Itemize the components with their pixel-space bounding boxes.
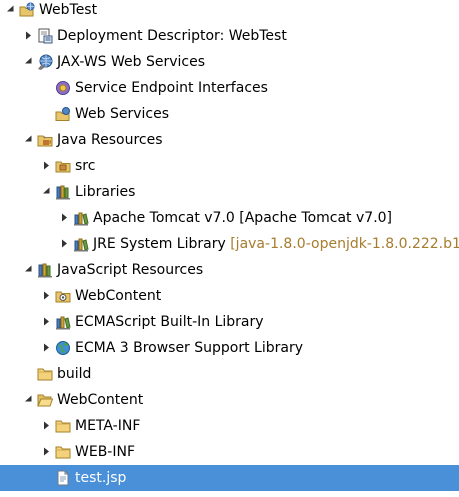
libraries-icon [37,262,53,278]
tree-item[interactable]: Deployment Descriptor: WebTest [0,23,459,49]
tree-item-label: Apache Tomcat v7.0 [Apache Tomcat v7.0] [93,205,392,231]
tree-item-label: JavaScript Resources [57,257,203,283]
jaxws-icon [37,54,53,70]
tree-item[interactable]: META-INF [0,413,459,439]
tree-item-text: WebContent [75,288,162,304]
web-project-icon [19,2,35,18]
expanded-arrow-icon[interactable] [4,0,16,23]
tree-item[interactable]: ECMA 3 Browser Support Library [0,335,459,361]
tree-item[interactable]: test.jsp [0,465,459,491]
collapsed-arrow-icon[interactable] [40,283,52,309]
collapsed-arrow-icon[interactable] [40,309,52,335]
tree-item-text: WebTest [39,2,98,18]
tree-item-text: WEB-INF [75,444,135,460]
library-icon [55,314,71,330]
tree-item-label: test.jsp [75,465,126,491]
collapsed-arrow-icon[interactable] [22,23,34,49]
tree-item-label: Service Endpoint Interfaces [75,75,268,101]
folder-icon [55,444,71,460]
tree-item-text: JAX-WS Web Services [57,54,206,70]
tree-item-label: JRE System Library [java-1.8.0-openjdk-1… [93,231,459,257]
tree-item[interactable]: ECMAScript Built-In Library [0,309,459,335]
tree-item-text: test.jsp [75,470,127,486]
tree-item-label: ECMA 3 Browser Support Library [75,335,303,361]
tree-item-label: JAX-WS Web Services [57,49,205,75]
tree-item-text: JRE System Library [93,236,226,252]
expanded-arrow-icon[interactable] [22,387,34,413]
tree-item-text: ECMA 3 Browser Support Library [75,340,304,356]
tree-item-text: Web Services [75,106,170,122]
tree-item-text: build [57,366,92,382]
service-endpoint-icon [55,80,71,96]
tree-item[interactable]: src [0,153,459,179]
library-icon [73,236,89,252]
tree-item-text: src [75,158,96,174]
collapsed-arrow-icon[interactable] [40,413,52,439]
tree-item-text: Deployment Descriptor: WebTest [57,28,287,44]
tree-item[interactable]: JavaScript Resources [0,257,459,283]
tree-item[interactable]: WebContent [0,283,459,309]
tree-item-text: Libraries [75,184,136,200]
tree-item[interactable]: WEB-INF [0,439,459,465]
tree-item-text: META-INF [75,418,141,434]
tree-item[interactable]: WebContent [0,387,459,413]
expanded-arrow-icon[interactable] [40,179,52,205]
folder-icon [37,366,53,382]
tree-item[interactable]: WebTest [0,0,459,23]
expanded-arrow-icon[interactable] [22,127,34,153]
tree-item-label: src [75,153,95,179]
expanded-arrow-icon[interactable] [22,49,34,75]
tree-item-label: Libraries [75,179,135,205]
collapsed-arrow-icon[interactable] [40,439,52,465]
js-folder-icon [55,288,71,304]
tree-item-label: WebContent [75,283,161,309]
tree-item-label: build [57,361,91,387]
tree-item-label: Java Resources [57,127,163,153]
project-explorer-tree: WebTest Deployment Descriptor: WebTest JAX… [0,0,459,497]
tree-item-text: JavaScript Resources [57,262,204,278]
collapsed-arrow-icon[interactable] [58,205,70,231]
tree-item[interactable]: JRE System Library [java-1.8.0-openjdk-1… [0,231,459,257]
collapsed-arrow-icon[interactable] [58,231,70,257]
tree-item-label: Web Services [75,101,169,127]
tree-item[interactable]: Java Resources [0,127,459,153]
tree-item-text: Java Resources [57,132,163,148]
tree-item[interactable]: JAX-WS Web Services [0,49,459,75]
tree-item-text: Service Endpoint Interfaces [75,80,268,96]
globe-icon [55,340,71,356]
tree-item-label: ECMAScript Built-In Library [75,309,264,335]
tree-item-decoration: [java-1.8.0-openjdk-1.8.0.222.b10-0.e [230,236,459,252]
tree-item[interactable]: build [0,361,459,387]
tree-item-label: Deployment Descriptor: WebTest [57,23,287,49]
tree-item-text: ECMAScript Built-In Library [75,314,264,330]
tree-item[interactable]: Web Services [0,101,459,127]
tree-item-label: META-INF [75,413,140,439]
tree-item-label: WebContent [57,387,143,413]
java-resources-icon [37,132,53,148]
deployment-descriptor-icon [37,28,53,44]
web-services-icon [55,106,71,122]
tree-item[interactable]: Libraries [0,179,459,205]
tree-item-text: WebContent [57,392,144,408]
tree-item[interactable]: Service Endpoint Interfaces [0,75,459,101]
jsp-file-icon [55,470,71,486]
expanded-arrow-icon[interactable] [22,257,34,283]
tree-item-label: WebTest [39,0,97,23]
library-icon [73,210,89,226]
tree-item-text: Apache Tomcat v7.0 [Apache Tomcat v7.0] [93,210,393,226]
tree-item-label: WEB-INF [75,439,135,465]
folder-open-icon [37,392,53,408]
tree-item[interactable]: Apache Tomcat v7.0 [Apache Tomcat v7.0] [0,205,459,231]
collapsed-arrow-icon[interactable] [40,335,52,361]
collapsed-arrow-icon[interactable] [40,153,52,179]
package-folder-icon [55,158,71,174]
libraries-icon [55,184,71,200]
folder-icon [55,418,71,434]
